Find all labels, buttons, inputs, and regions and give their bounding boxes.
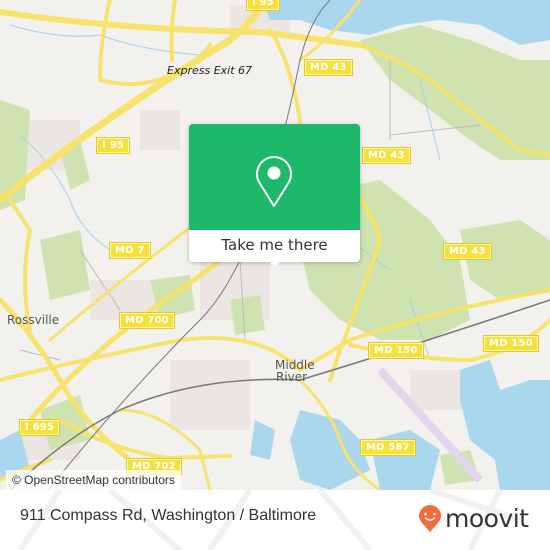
moovit-smiley-pin-icon	[419, 505, 441, 532]
moovit-wordmark: moovit	[445, 504, 529, 533]
road-shield-md150-b: MD 150	[483, 335, 539, 352]
take-me-there-button[interactable]: Take me there	[189, 230, 360, 262]
map-pin-icon	[256, 156, 292, 207]
road-shield-md150-a: MD 150	[368, 342, 424, 359]
road-shield-md43-a: MD 43	[304, 59, 353, 76]
footer-bar: 911 Compass Rd, Washington / Baltimore m…	[0, 490, 550, 550]
road-shield-md7: MD 7	[109, 242, 151, 259]
road-shield-md587: MD 587	[360, 439, 416, 456]
road-shield-i95: I 95	[96, 137, 130, 154]
popup-header	[189, 124, 360, 230]
map-attribution[interactable]: © OpenStreetMap contributors	[6, 470, 181, 490]
address-text: 911 Compass Rd, Washington / Baltimore	[20, 507, 317, 524]
place-label-middle-river-2: River	[276, 370, 308, 384]
poi-label-express-exit: Express Exit 67	[167, 64, 253, 77]
location-popup: Take me there	[189, 124, 360, 267]
road-shield-md43-b: MD 43	[362, 147, 411, 164]
road-shield-md43-c: MD 43	[443, 243, 492, 260]
road-shield-i695: I 695	[18, 419, 61, 436]
road-shield-md700: MD 700	[119, 312, 175, 329]
moovit-logo[interactable]: moovit	[418, 504, 529, 534]
place-label-rossville: Rossville	[7, 313, 60, 327]
popup-pointer	[268, 260, 282, 267]
road-shield-i95-top: I 95	[246, 0, 280, 11]
map-view[interactable]: Rossville Middle River Express Exit 67 I…	[0, 0, 550, 490]
